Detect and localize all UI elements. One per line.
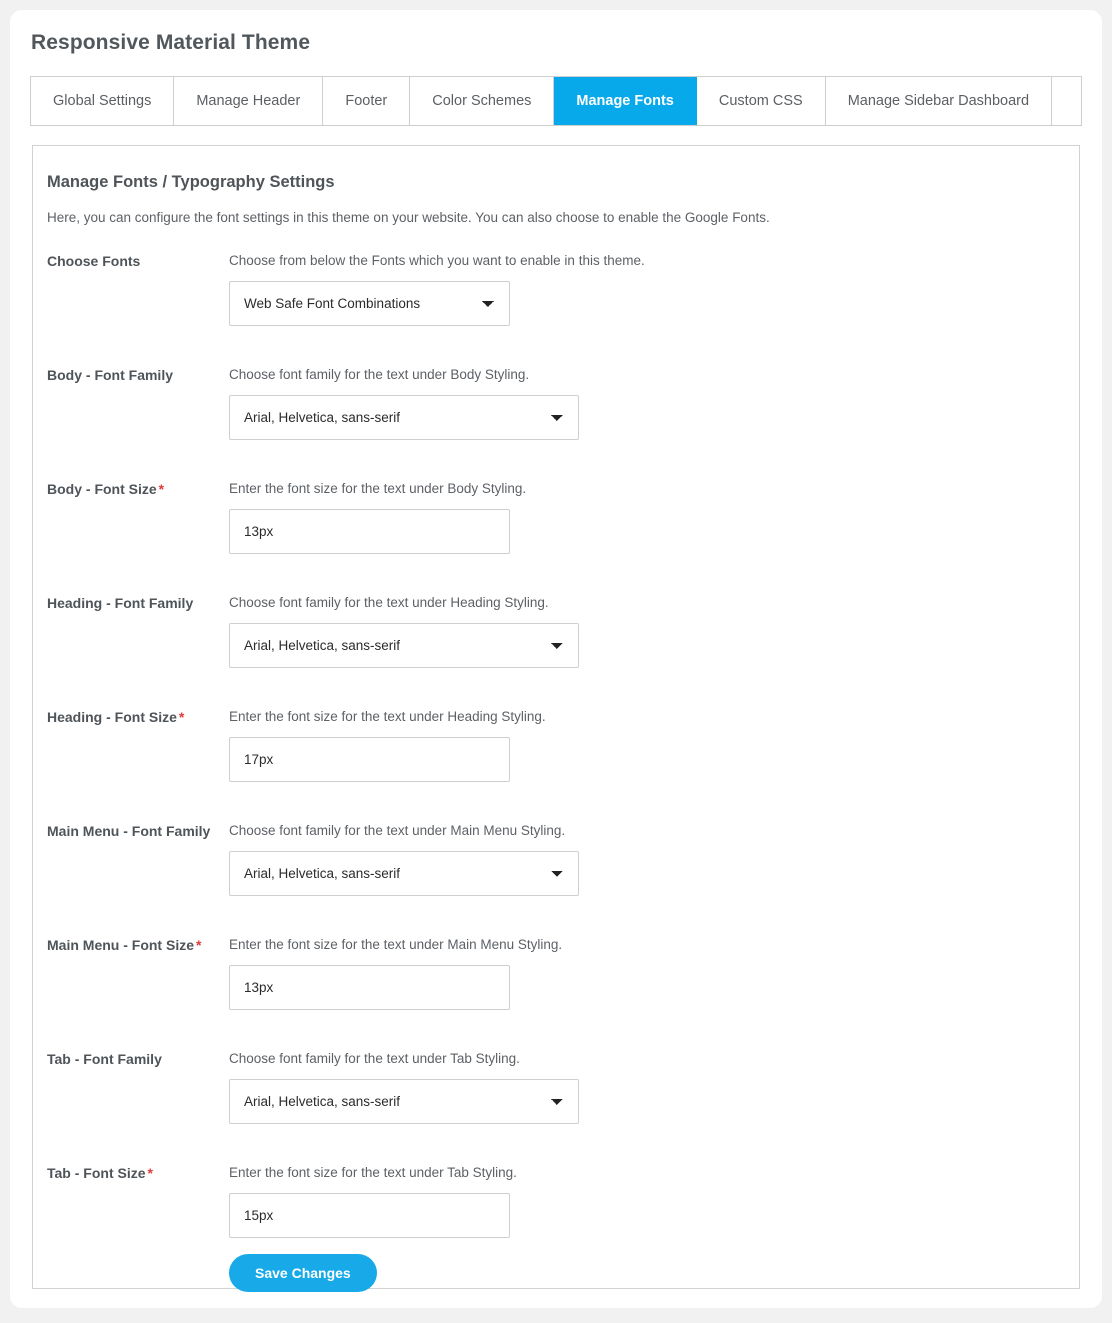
manage-fonts-panel: Manage Fonts / Typography Settings Here,…	[32, 145, 1080, 1292]
tab-manage-header[interactable]: Manage Header	[174, 77, 324, 125]
tab-footer[interactable]: Footer	[323, 77, 411, 125]
main-menu-font-family-select[interactable]: Arial, Helvetica, sans-serif	[229, 851, 579, 896]
label-body-font-size: Body - Font Size *	[33, 480, 229, 499]
description-body-font-size: Enter the font size for the text under B…	[229, 481, 527, 496]
row-spacer	[33, 450, 1079, 480]
page-title: Responsive Material Theme	[31, 31, 311, 54]
label-choose-fonts: Choose Fonts	[33, 252, 229, 271]
choose-fonts-select[interactable]: Web Safe Font Combinations	[229, 281, 510, 326]
label-heading-font-size: Heading - Font Size *	[33, 708, 229, 727]
row-spacer	[33, 1134, 1079, 1164]
description-heading-font-family: Choose font family for the text under He…	[229, 595, 549, 610]
form-row-choose-fonts: Choose Fonts Choose from below the Fonts…	[33, 252, 1079, 336]
form-row-main-menu-font-size: Main Menu - Font Size * Enter the font si…	[33, 936, 1079, 1020]
field-tab-font-family: Choose font family for the text under Ta…	[229, 1050, 1079, 1124]
field-body-font-family: Choose font family for the text under Bo…	[229, 366, 1079, 440]
label-text: Main Menu - Font Size	[47, 937, 194, 953]
body-font-family-select[interactable]: Arial, Helvetica, sans-serif	[229, 395, 579, 440]
form-row-heading-font-family: Heading - Font Family Choose font family…	[33, 594, 1079, 678]
tab-strip-filler	[1052, 77, 1081, 125]
label-main-menu-font-size: Main Menu - Font Size *	[33, 936, 229, 955]
tab-label: Manage Fonts	[576, 93, 674, 109]
label-tab-font-family: Tab - Font Family	[33, 1050, 229, 1069]
form-row-body-font-family: Body - Font Family Choose font family fo…	[33, 366, 1079, 450]
required-asterisk: *	[147, 1165, 153, 1181]
description-heading-font-size: Enter the font size for the text under H…	[229, 709, 546, 724]
tab-label: Footer	[345, 93, 388, 109]
tab-label: Manage Header	[196, 93, 301, 109]
label-text: Heading - Font Family	[47, 595, 194, 611]
row-spacer	[33, 678, 1079, 708]
heading-font-family-select[interactable]: Arial, Helvetica, sans-serif	[229, 623, 579, 668]
tab-manage-sidebar-dashboard[interactable]: Manage Sidebar Dashboard	[825, 77, 1053, 125]
tab-font-size-input[interactable]	[229, 1193, 510, 1238]
panel-description: Here, you can configure the font setting…	[47, 210, 770, 225]
form-row-main-menu-font-family: Main Menu - Font Family Choose font fami…	[33, 822, 1079, 906]
field-tab-font-size: Enter the font size for the text under T…	[229, 1164, 1079, 1238]
tab-label: Manage Sidebar Dashboard	[847, 93, 1030, 109]
field-body-font-size: Enter the font size for the text under B…	[229, 480, 1079, 554]
field-heading-font-size: Enter the font size for the text under H…	[229, 708, 1079, 782]
label-text: Tab - Font Family	[47, 1051, 162, 1067]
description-choose-fonts: Choose from below the Fonts which you wa…	[229, 253, 645, 268]
description-tab-font-family: Choose font family for the text under Ta…	[229, 1051, 520, 1066]
field-actions: Save Changes	[229, 1248, 1079, 1292]
label-heading-font-family: Heading - Font Family	[33, 594, 229, 613]
theme-settings-card: Responsive Material Theme Global Setting…	[10, 10, 1102, 1308]
form-row-body-font-size: Body - Font Size * Enter the font size fo…	[33, 480, 1079, 564]
row-spacer	[33, 336, 1079, 366]
label-text: Main Menu - Font Family	[47, 823, 211, 839]
tab-color-schemes[interactable]: Color Schemes	[410, 77, 555, 125]
description-main-menu-font-size: Enter the font size for the text under M…	[229, 937, 563, 952]
required-asterisk: *	[196, 937, 202, 953]
tab-font-family-select[interactable]: Arial, Helvetica, sans-serif	[229, 1079, 579, 1124]
label-text: Body - Font Size	[47, 481, 157, 497]
row-spacer	[33, 1020, 1079, 1050]
heading-font-size-input[interactable]	[229, 737, 510, 782]
label-text: Tab - Font Size	[47, 1165, 146, 1181]
typography-settings-form: Choose Fonts Choose from below the Fonts…	[33, 252, 1079, 1302]
label-tab-font-size: Tab - Font Size *	[33, 1164, 229, 1183]
field-main-menu-font-family: Choose font family for the text under Ma…	[229, 822, 1079, 896]
settings-tab-strip: Global Settings Manage Header Footer Col…	[30, 76, 1082, 126]
tab-manage-fonts[interactable]: Manage Fonts	[554, 77, 697, 125]
required-asterisk: *	[158, 481, 165, 497]
description-main-menu-font-family: Choose font family for the text under Ma…	[229, 823, 566, 838]
form-row-tab-font-size: Tab - Font Size * Enter the font size for…	[33, 1164, 1079, 1248]
row-spacer	[33, 564, 1079, 594]
tab-label: Custom CSS	[718, 93, 803, 109]
panel-heading: Manage Fonts / Typography Settings	[47, 173, 335, 191]
tab-global-settings[interactable]: Global Settings	[31, 77, 175, 125]
label-text: Body - Font Family	[47, 367, 173, 383]
required-asterisk: *	[178, 709, 185, 725]
label-main-menu-font-family: Main Menu - Font Family	[33, 822, 229, 841]
main-menu-font-size-input[interactable]	[229, 965, 510, 1010]
label-actions-spacer	[33, 1248, 229, 1267]
row-spacer	[33, 906, 1079, 936]
label-body-font-family: Body - Font Family	[33, 366, 229, 385]
form-row-heading-font-size: Heading - Font Size * Enter the font size…	[33, 708, 1079, 792]
description-body-font-family: Choose font family for the text under Bo…	[229, 367, 530, 382]
description-tab-font-size: Enter the font size for the text under T…	[229, 1165, 517, 1180]
tab-custom-css[interactable]: Custom CSS	[696, 77, 826, 125]
field-choose-fonts: Choose from below the Fonts which you wa…	[229, 252, 1079, 326]
field-main-menu-font-size: Enter the font size for the text under M…	[229, 936, 1079, 1010]
save-changes-button[interactable]: Save Changes	[229, 1254, 377, 1292]
field-heading-font-family: Choose font family for the text under He…	[229, 594, 1079, 668]
form-row-actions: Save Changes	[33, 1248, 1079, 1302]
tab-label: Color Schemes	[432, 93, 532, 109]
label-text: Heading - Font Size	[47, 709, 177, 725]
row-spacer	[33, 792, 1079, 822]
form-row-tab-font-family: Tab - Font Family Choose font family for…	[33, 1050, 1079, 1134]
body-font-size-input[interactable]	[229, 509, 510, 554]
label-text: Choose Fonts	[47, 253, 141, 269]
tab-label: Global Settings	[53, 93, 152, 109]
